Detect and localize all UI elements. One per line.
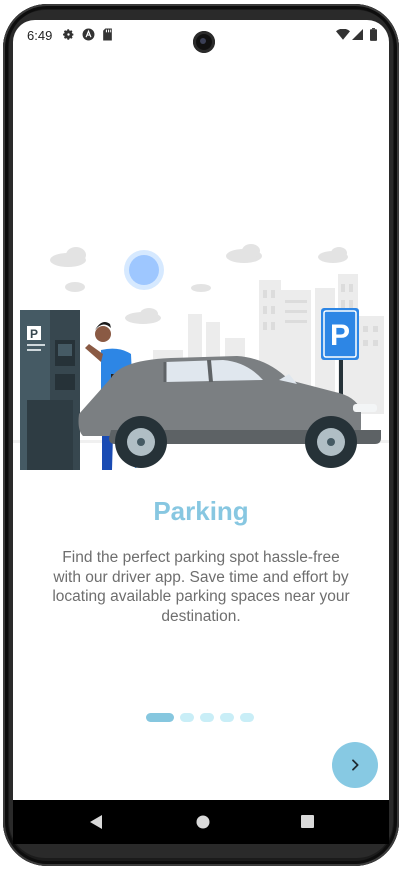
page-indicator [146, 712, 254, 722]
page-dot[interactable] [240, 712, 254, 722]
sd-card-icon [103, 28, 112, 41]
parking-sign-text: P [330, 319, 350, 352]
app-screen: 6:49 P P Parking Find the perfect parkin… [13, 20, 389, 800]
next-button[interactable] [332, 742, 378, 788]
page-dot-active[interactable] [146, 712, 174, 722]
page-dot[interactable] [200, 712, 214, 722]
car-illustration [78, 356, 381, 468]
wifi-icon [336, 29, 350, 40]
square-recents-icon[interactable] [301, 815, 314, 828]
meter-sign-text: P [30, 327, 38, 341]
triangle-back-icon[interactable] [89, 814, 103, 830]
page-dot[interactable] [220, 712, 234, 722]
parking-meter: P [20, 310, 80, 470]
parking-illustration: P P [13, 244, 389, 470]
circle-home-icon[interactable] [196, 815, 210, 829]
page-dot[interactable] [180, 712, 194, 722]
front-camera [193, 31, 215, 53]
system-nav-bar [13, 800, 389, 844]
signal-icon [352, 29, 363, 40]
onboarding-description: Find the perfect parking spot hassle-fre… [52, 549, 350, 625]
status-time: 6:49 [27, 28, 53, 43]
gear-icon [63, 29, 74, 40]
chevron-right-icon [352, 759, 359, 771]
a-badge-icon [82, 28, 95, 41]
onboarding-title: Parking [153, 496, 249, 526]
battery-icon [370, 28, 377, 41]
